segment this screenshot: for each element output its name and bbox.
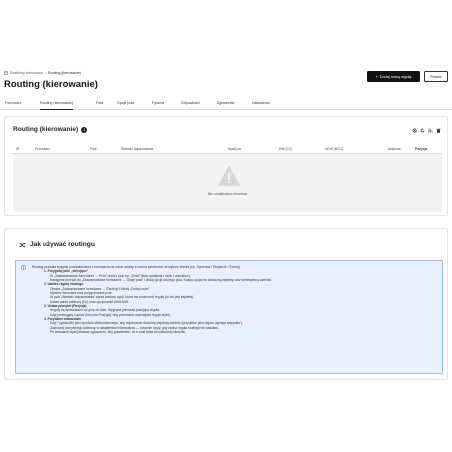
empty-state-text: Nie odnaleziono rekordów xyxy=(207,192,248,196)
tab-field-options[interactable]: Opcje pola xyxy=(117,96,134,110)
breadcrumb-home[interactable]: Szablony formularza xyxy=(10,71,43,75)
tab-bar: Formularz Routing (kierowanie) Pola Opcj… xyxy=(0,96,452,110)
routing-card-title: Routing (kierowanie) i xyxy=(13,126,88,133)
howto-content: Routing pozwala wysyłać powiadomienia z … xyxy=(32,265,437,335)
table-header: ID Formularz Pole Wartość dopasowania Wy… xyxy=(11,144,442,154)
col-active[interactable]: Aktywna xyxy=(388,147,400,151)
tab-questions[interactable]: Pytania xyxy=(152,96,164,110)
tab-routing[interactable]: Routing (kierowanie) xyxy=(40,96,73,110)
info-icon[interactable]: i xyxy=(81,126,88,133)
step1-title: 1. Przygotuj pole „sterujące” xyxy=(44,269,89,274)
col-send-to[interactable]: Wyślij do xyxy=(228,147,241,151)
step2-title: 2. Utwórz regułę routingu xyxy=(44,282,84,287)
breadcrumb-current: Routing (kierowanie) xyxy=(47,71,81,75)
help-button[interactable]: Pomoc xyxy=(424,71,448,82)
template-icon xyxy=(4,71,8,75)
columns-icon[interactable] xyxy=(428,128,433,133)
col-position[interactable]: Pozycja xyxy=(415,147,427,151)
col-match-value[interactable]: Wartość dopasowania xyxy=(121,147,153,151)
tab-submissions[interactable]: Zgłoszenia xyxy=(217,96,234,110)
breadcrumb: Szablony formularza › Routing (kierowani… xyxy=(4,71,81,75)
routing-card-title-text: Routing (kierowanie) xyxy=(13,126,79,133)
add-rule-label: Dodaj nową regułę xyxy=(379,74,412,79)
howto-info-box: Routing pozwala wysyłać powiadomienia z … xyxy=(15,260,443,374)
breadcrumb-separator: › xyxy=(44,71,46,75)
tab-fields[interactable]: Pola xyxy=(96,96,103,110)
howto-title-text: Jak używać routingu xyxy=(30,241,95,248)
col-id[interactable]: ID xyxy=(16,147,19,151)
info-circle-icon xyxy=(21,265,26,270)
routing-card: Routing (kierowanie) i ID Formularz Pole… xyxy=(4,116,448,216)
col-field[interactable]: Pole xyxy=(90,147,97,151)
delete-icon[interactable] xyxy=(436,128,441,133)
plus-icon: + xyxy=(375,74,378,79)
tab-answers[interactable]: Odpowiedzi xyxy=(181,96,200,110)
settings-icon[interactable] xyxy=(412,128,417,133)
howto-card: Jak używać routingu Routing pozwala wysy… xyxy=(4,228,448,380)
col-bcc[interactable]: UDW (BCC) xyxy=(325,147,343,151)
col-form[interactable]: Formularz xyxy=(35,147,50,151)
step4-line3: Po zmianach wyślij testowe zgłoszenie, a… xyxy=(50,330,186,335)
add-rule-button[interactable]: + Dodaj nową regułę xyxy=(367,71,420,82)
howto-title: Jak używać routingu xyxy=(19,241,95,248)
shuffle-icon xyxy=(19,242,26,247)
tab-form[interactable]: Formularz xyxy=(5,96,21,110)
empty-state: Nie odnaleziono rekordów xyxy=(13,154,442,212)
page-title: Routing (kierowanie) xyxy=(4,79,98,90)
table-toolbar xyxy=(412,128,441,133)
warning-icon xyxy=(218,166,240,186)
tab-settings[interactable]: Ustawienia xyxy=(252,96,270,110)
page: Szablony formularza › Routing (kierowani… xyxy=(0,0,452,452)
refresh-icon[interactable] xyxy=(420,128,425,133)
col-cc[interactable]: DW (CC) xyxy=(279,147,292,151)
